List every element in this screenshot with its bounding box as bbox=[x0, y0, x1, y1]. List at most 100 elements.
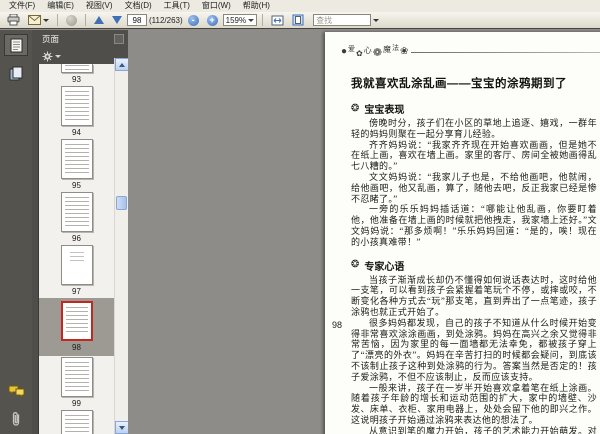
thumbnail-list[interactable]: 93 94 95 96 97 98 99 bbox=[38, 64, 114, 434]
previous-page-button[interactable] bbox=[91, 13, 107, 27]
ornament-char: 魔 bbox=[382, 45, 391, 54]
ornament-rule bbox=[411, 51, 600, 53]
thumbnail-page-98-selected[interactable]: 98 bbox=[39, 298, 114, 356]
bookmarks-panel-button[interactable] bbox=[4, 62, 28, 84]
pages-panel-header: 页面 bbox=[32, 30, 128, 48]
page-number-input[interactable] bbox=[127, 14, 147, 26]
menu-document[interactable]: 文档(D) bbox=[119, 0, 158, 12]
page-down-arrow-icon bbox=[112, 16, 122, 24]
paragraph: 一旁的乐乐妈妈插话道：“哪能让他乱画，你要盯着他，他准备在墙上画的时候就把他拽走… bbox=[351, 204, 597, 247]
thumbnail-image[interactable] bbox=[60, 86, 93, 126]
thumbnail-page-next-partial[interactable] bbox=[39, 410, 114, 434]
thumbnail-label: 95 bbox=[72, 181, 81, 190]
thumbnail-scrollbar[interactable] bbox=[114, 58, 129, 434]
email-icon bbox=[28, 15, 41, 25]
paragraph: 一般来讲，孩子在一岁半开始喜欢拿着笔在纸上涂画。随着孩子年龄的增长和运动范围的扩… bbox=[351, 382, 597, 425]
comments-icon bbox=[8, 385, 25, 398]
panel-menu-button[interactable] bbox=[114, 34, 124, 44]
find-input[interactable] bbox=[313, 14, 372, 26]
thumbnail-image[interactable] bbox=[60, 64, 93, 73]
find-dropdown-caret-icon[interactable] bbox=[373, 18, 380, 22]
fit-page-button[interactable] bbox=[289, 13, 307, 27]
page-up-arrow-icon bbox=[94, 16, 104, 24]
toolbar-separator bbox=[57, 14, 58, 26]
article-title: 我就喜欢乱涂乱画——宝宝的涂鸦期到了 bbox=[351, 78, 567, 90]
ornament-dot-icon: ● bbox=[341, 46, 348, 57]
scroll-up-button[interactable] bbox=[115, 58, 129, 71]
menu-edit[interactable]: 编辑(E) bbox=[41, 0, 80, 12]
section-bullet-icon: ❂ bbox=[351, 259, 360, 271]
thumbnail-label: 98 bbox=[72, 343, 81, 352]
document-canvas[interactable]: ● 爱 ✿ 心 ❁ 魔 法 ❀ 我就喜欢乱涂乱画——宝宝的涂鸦期到了 ❂ 宝宝表… bbox=[128, 30, 600, 434]
toolbar: (112/263) - + 159% bbox=[0, 12, 600, 29]
thumbnail-label: 97 bbox=[72, 287, 81, 296]
thumbnail-image[interactable] bbox=[60, 139, 93, 179]
document-page[interactable]: ● 爱 ✿ 心 ❁ 魔 法 ❀ 我就喜欢乱涂乱画——宝宝的涂鸦期到了 ❂ 宝宝表… bbox=[325, 32, 600, 434]
menu-view[interactable]: 视图(V) bbox=[80, 0, 119, 12]
zoom-level-select[interactable]: 159% bbox=[222, 14, 258, 26]
fit-width-icon bbox=[271, 15, 284, 26]
scrollbar-thumb[interactable] bbox=[116, 196, 127, 210]
navigation-sidebar: 页面 93 94 95 96 97 98 99 bbox=[0, 30, 129, 434]
paragraph: 从意识到笔的魔力开始，孩子的艺术能力开始萌发。对于孩子来说，笔就是一个奇妙的玩具… bbox=[369, 425, 597, 434]
zoom-out-button[interactable]: - bbox=[185, 13, 202, 27]
menu-file[interactable]: 文件(F) bbox=[3, 0, 41, 12]
paragraph: 很多妈妈都发现，自己的孩子不知道从什么时候开始变得非常喜欢涂涂画画，到处涂鸦。妈… bbox=[351, 317, 597, 382]
thumbnail-label: 96 bbox=[72, 234, 81, 243]
toolbar-separator bbox=[262, 14, 264, 26]
zoom-dropdown-caret-icon bbox=[248, 18, 255, 22]
next-page-button[interactable] bbox=[109, 13, 125, 27]
ornament-char: 爱 bbox=[348, 45, 356, 53]
fit-width-button[interactable] bbox=[268, 13, 287, 27]
thumbnail-page-96[interactable]: 96 bbox=[39, 192, 114, 244]
zoom-out-icon: - bbox=[187, 14, 199, 26]
thumbnail-label: 99 bbox=[72, 399, 81, 408]
paragraph: 傍晚时分，孩子们在小区的草地上追逐、嬉戏，一群年轻的妈妈则聚在一起分享育儿经验。 bbox=[351, 118, 597, 139]
thumbnail-page-94[interactable]: 94 bbox=[39, 86, 114, 138]
collaboration-button-disabled bbox=[63, 13, 80, 27]
thumbnail-page-97[interactable]: 97 bbox=[39, 245, 114, 297]
fit-page-icon bbox=[292, 14, 304, 26]
pages-panel-title: 页面 bbox=[42, 34, 60, 44]
thumbnail-page-93[interactable]: 93 bbox=[39, 64, 114, 85]
collaboration-icon bbox=[66, 14, 77, 26]
navigation-icon-strip bbox=[0, 30, 32, 434]
pages-panel-button[interactable] bbox=[4, 34, 28, 56]
attachments-panel-button[interactable] bbox=[4, 408, 28, 430]
menu-bar: 文件(F) 编辑(E) 视图(V) 文档(D) 工具(T) 窗口(W) 帮助(H… bbox=[0, 0, 600, 12]
toolbar-separator bbox=[85, 14, 86, 26]
menu-tools[interactable]: 工具(T) bbox=[158, 0, 196, 12]
section-heading-expert-advice: ❂ 专家心语 bbox=[351, 258, 597, 273]
ornament-flower-icon: ❁ bbox=[372, 46, 382, 59]
email-button[interactable] bbox=[25, 13, 52, 27]
ornament-flower-icon: ✿ bbox=[356, 49, 363, 58]
page-count-label: (112/263) bbox=[149, 15, 183, 25]
printer-icon bbox=[7, 14, 20, 26]
section-heading-text: 专家心语 bbox=[364, 261, 405, 273]
comments-panel-button[interactable] bbox=[4, 380, 28, 402]
zoom-level-value: 159% bbox=[225, 15, 247, 25]
options-gear-icon[interactable] bbox=[42, 51, 53, 62]
pages-panel: 页面 93 94 95 96 97 98 99 bbox=[32, 30, 129, 434]
paperclip-icon bbox=[10, 411, 22, 427]
pdf-reader-window: 文件(F) 编辑(E) 视图(V) 文档(D) 工具(T) 窗口(W) 帮助(H… bbox=[0, 0, 600, 434]
print-button[interactable] bbox=[4, 13, 23, 27]
thumbnail-image[interactable] bbox=[60, 192, 93, 232]
ornament-char: 心 bbox=[363, 46, 372, 55]
thumbnail-label: 93 bbox=[72, 75, 81, 84]
paragraph: 文文妈妈说：“我家儿子也是，不给他画吧，他就闹，给他画吧，他又乱画，算了，随他去… bbox=[351, 171, 597, 204]
thumbnail-page-99[interactable]: 99 bbox=[39, 357, 114, 409]
thumbnail-image[interactable] bbox=[60, 410, 93, 434]
thumbnail-image[interactable] bbox=[60, 357, 93, 397]
thumbnail-label: 94 bbox=[72, 128, 81, 137]
scroll-down-button[interactable] bbox=[115, 421, 129, 434]
thumbnail-image[interactable] bbox=[60, 301, 93, 341]
email-dropdown-caret-icon[interactable] bbox=[43, 18, 49, 22]
menu-window[interactable]: 窗口(W) bbox=[196, 0, 237, 12]
options-caret-icon[interactable] bbox=[55, 54, 61, 58]
thumbnail-page-95[interactable]: 95 bbox=[39, 139, 114, 191]
zoom-in-button[interactable]: + bbox=[204, 13, 221, 27]
ornament-flower-icon: ❀ bbox=[399, 46, 409, 57]
thumbnail-image[interactable] bbox=[60, 245, 93, 285]
menu-help[interactable]: 帮助(H) bbox=[237, 0, 276, 12]
